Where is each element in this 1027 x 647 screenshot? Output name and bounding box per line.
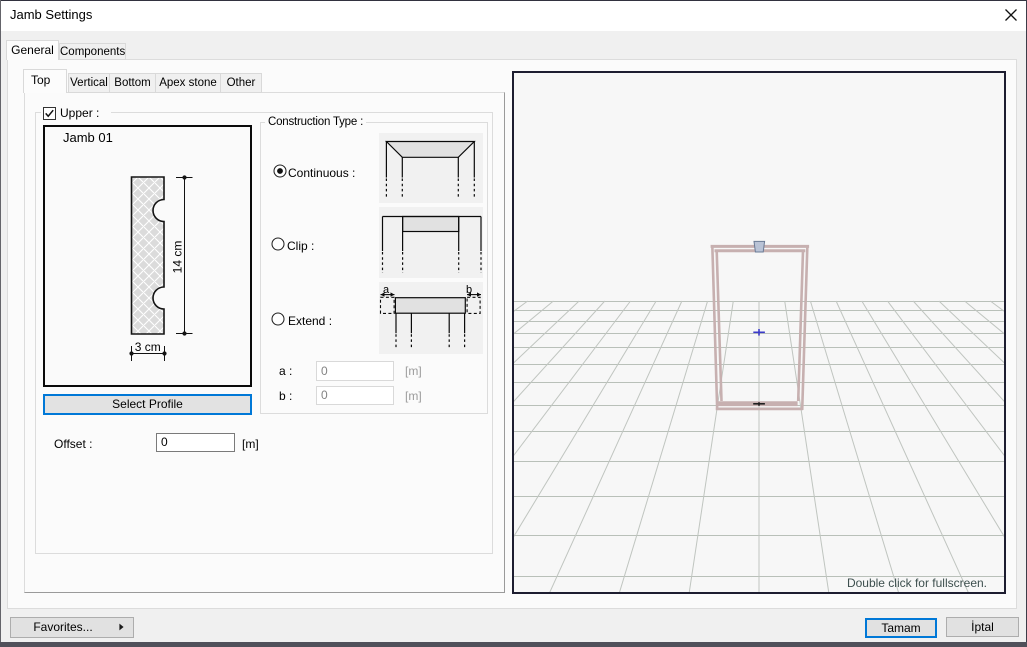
svg-text:Double click for fullscreen.: Double click for fullscreen. — [847, 576, 987, 590]
svg-text:Jamb 01: Jamb 01 — [63, 130, 113, 145]
svg-text:3 cm: 3 cm — [135, 340, 161, 354]
svg-text:14 cm: 14 cm — [171, 241, 185, 274]
